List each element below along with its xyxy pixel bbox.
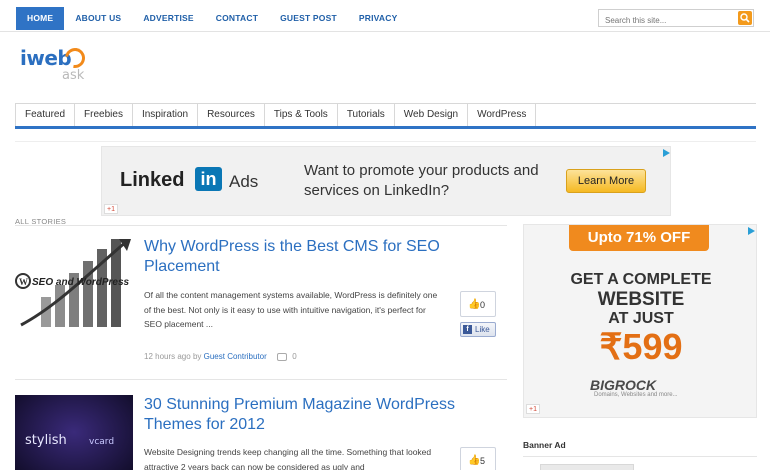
adchoices-icon[interactable]	[748, 227, 755, 235]
search-icon	[740, 13, 750, 23]
like-count: 0	[480, 300, 486, 310]
linkedin-wordmark: Linked	[120, 169, 185, 191]
ad-line-2: WEBSITE	[597, 289, 685, 310]
cat-tips-tools[interactable]: Tips & Tools	[265, 104, 338, 126]
search-button[interactable]	[738, 11, 752, 25]
ad-tagline: Domains, Websites and more...	[594, 392, 678, 398]
banner-ad-divider	[523, 456, 757, 457]
svg-text:W: W	[19, 277, 28, 287]
page: HOME ABOUT US ADVERTISE CONTACT GUEST PO…	[0, 0, 770, 470]
post-excerpt: Website Designing trends keep changing a…	[144, 447, 432, 470]
seo-wordpress-thumbnail: W SEO and WordPress	[15, 237, 133, 330]
thumb-caption-2: vcard	[89, 437, 114, 447]
post-title[interactable]: 30 Stunning Premium Magazine WordPress T…	[144, 395, 489, 435]
topnav-about-us[interactable]: ABOUT US	[64, 7, 132, 30]
thumbs-up-icon: 👍	[468, 299, 481, 310]
top-bar: HOME ABOUT US ADVERTISE CONTACT GUEST PO…	[0, 0, 770, 32]
linkedin-in-icon: in	[195, 167, 222, 191]
facebook-icon: f	[463, 325, 472, 334]
stylish-vcard-thumbnail: stylish vcard	[15, 395, 133, 470]
section-divider	[15, 225, 507, 226]
site-logo[interactable]: iweb ask	[20, 42, 100, 86]
cat-tutorials[interactable]: Tutorials	[338, 104, 395, 126]
ad-discount: Upto 71% OFF	[569, 225, 709, 251]
adchoices-icon[interactable]	[663, 149, 670, 157]
bigrock-ad[interactable]: Upto 71% OFF GET A COMPLETE WEBSITE AT J…	[523, 224, 757, 418]
top-nav: HOME ABOUT US ADVERTISE CONTACT GUEST PO…	[16, 7, 408, 30]
gplus-button[interactable]: +1	[104, 204, 118, 214]
search-box	[598, 9, 754, 29]
thumb-caption: stylish	[25, 433, 67, 448]
post-meta: 12 hours ago by Guest Contributor 0	[144, 352, 297, 361]
cat-freebies[interactable]: Freebies	[75, 104, 133, 126]
topnav-home[interactable]: HOME	[16, 7, 65, 30]
cat-resources[interactable]: Resources	[198, 104, 265, 126]
topnav-guest-post[interactable]: GUEST POST	[269, 7, 348, 30]
topnav-advertise[interactable]: ADVERTISE	[132, 7, 204, 30]
cat-web-design[interactable]: Web Design	[395, 104, 469, 126]
search-input[interactable]	[599, 12, 737, 29]
learn-more-button[interactable]: Learn More	[566, 169, 646, 193]
like-label: Like	[475, 325, 490, 334]
post-by: by	[192, 352, 202, 361]
linkedin-ads-label: Ads	[229, 172, 259, 191]
post-thumbnail[interactable]: W SEO and WordPress	[15, 237, 133, 330]
banner-message: Want to promote your products and servic…	[304, 162, 539, 199]
bigrock-logo: BIGROCK	[590, 377, 657, 393]
like-count-box: 👍 5	[460, 447, 496, 470]
thumb-caption: SEO and WordPress	[32, 277, 130, 288]
post-item: stylish vcard 30 Stunning Premium Magazi…	[15, 395, 507, 470]
cat-wordpress[interactable]: WordPress	[468, 104, 537, 126]
post-excerpt: Of all the content management systems av…	[144, 290, 438, 329]
comment-icon	[277, 352, 287, 361]
facebook-like-button[interactable]: f Like	[460, 322, 496, 337]
logo-text-ask: ask	[62, 68, 85, 83]
topnav-contact[interactable]: CONTACT	[205, 7, 269, 30]
cat-featured[interactable]: Featured	[15, 104, 76, 126]
gplus-button[interactable]: +1	[526, 404, 540, 414]
linkedin-ad-banner[interactable]: Linked in Ads Want to promote your produ…	[101, 146, 671, 216]
comment-count[interactable]: 0	[292, 352, 296, 361]
like-count-box: 👍 0	[460, 291, 496, 317]
post-separator	[15, 379, 507, 380]
ad-line-1: GET A COMPLETE	[570, 271, 712, 288]
post-item: W SEO and WordPress Why WordPress is the…	[15, 237, 507, 367]
ad-price: ₹599	[599, 326, 683, 367]
logo-text-iweb: iweb	[20, 46, 72, 70]
post-title[interactable]: Why WordPress is the Best CMS for SEO Pl…	[144, 237, 489, 277]
like-count: 5	[480, 456, 486, 466]
category-nav: Featured Freebies Inspiration Resources …	[15, 103, 756, 129]
topnav-privacy[interactable]: PRIVACY	[348, 7, 409, 30]
post-thumbnail[interactable]: stylish vcard	[15, 395, 133, 470]
post-author[interactable]: Guest Contributor	[204, 352, 267, 361]
post-time: 12 hours ago	[144, 352, 191, 361]
thumbs-up-icon: 👍	[468, 455, 481, 466]
cat-inspiration[interactable]: Inspiration	[133, 104, 199, 126]
divider	[15, 141, 756, 142]
banner-ad-slot[interactable]	[540, 464, 634, 470]
banner-ad-heading: Banner Ad	[523, 440, 566, 450]
